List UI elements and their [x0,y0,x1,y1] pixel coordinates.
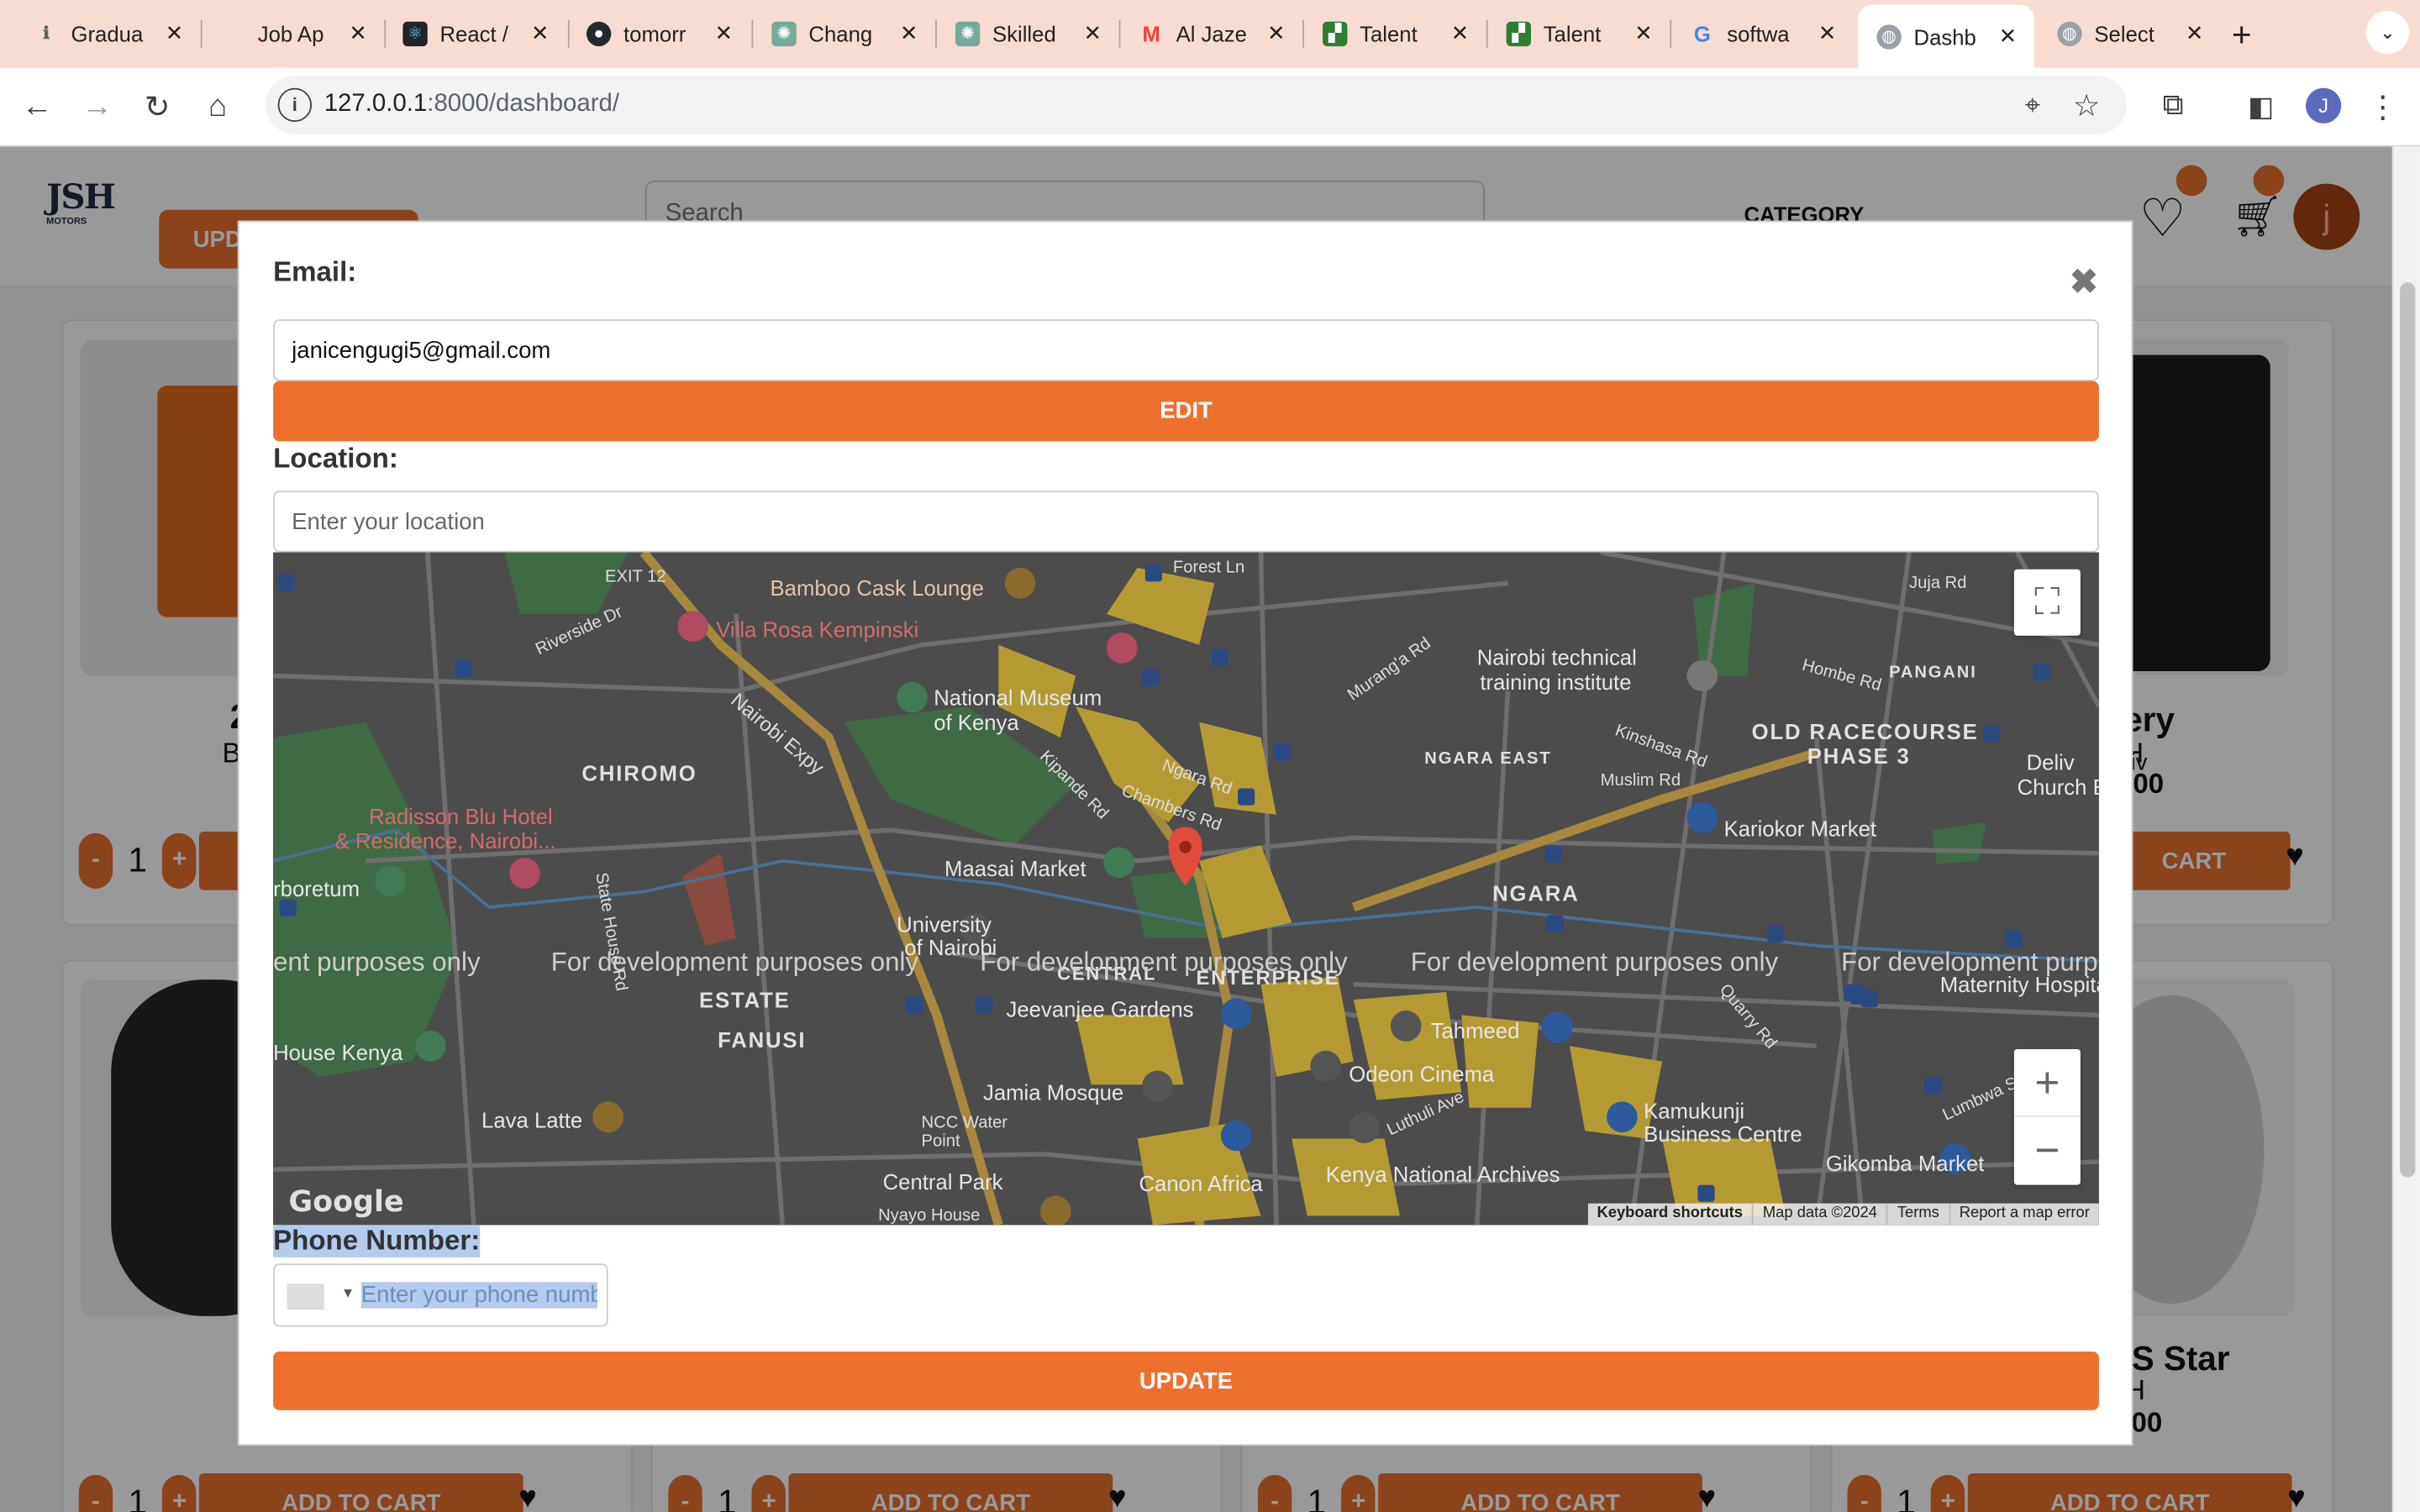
close-tab-icon[interactable]: ✕ [345,20,372,46]
map-data-text: Map data ©2024 [1751,1203,1886,1226]
close-tab-icon[interactable]: ✕ [1994,24,2022,50]
zoom-in-icon[interactable]: + [2013,1049,2081,1117]
zoom-controls: + − [2013,1048,2081,1185]
profile-avatar[interactable]: J [2306,87,2342,123]
edit-button[interactable]: EDIT [273,381,2099,442]
profile-modal: Email: ✖ janicengugi5@gmail.com EDIT Loc… [237,220,2133,1446]
url-text: 127.0.0.1:8000/dashboard/ [324,91,620,118]
browser-tab[interactable]: M Al Jaze ✕ [1120,8,1302,59]
new-tab-icon[interactable]: + [2232,15,2252,55]
blank-page-icon [221,21,245,45]
browser-tab-strip: ℹ Gradua ✕ Job Ap ✕ ⚛ React / ✕ ● tomorr… [0,0,2420,68]
browser-tab[interactable]: G softwa ✕ [1671,8,1854,59]
close-tab-icon[interactable]: ✕ [710,20,738,46]
google-map[interactable]: Bamboo Cask Lounge Villa Rosa Kempinski … [273,552,2099,1226]
talent-icon: ▞ [1323,20,1348,46]
bookmark-star-icon[interactable]: ☆ [2066,85,2107,125]
address-bar[interactable]: i 127.0.0.1:8000/dashboard/ ⌖ ☆ [265,75,2127,134]
browser-tab[interactable]: Job Ap ✕ [203,8,385,59]
chatgpt-icon: ✺ [955,20,981,46]
browser-tab[interactable]: ✺ Skilled ✕ [937,8,1119,59]
browser-tab[interactable]: ▞ Talent ✕ [1488,8,1670,59]
dev-watermark: For development purposes only [980,947,1348,977]
gmail-icon: M [1142,20,1160,46]
home-icon[interactable]: ⌂ [197,87,238,127]
browser-tab[interactable]: ℹ Gradua ✕ [15,8,200,59]
react-icon: ⚛ [402,20,428,46]
talent-icon: ▞ [1506,20,1532,46]
scrollbar-thumb[interactable] [2400,282,2416,1178]
fullscreen-icon[interactable]: ⛶ [2013,569,2081,636]
back-arrow-icon[interactable]: ← [17,87,57,127]
tab-search-chevron-icon[interactable]: ⌄ [2365,10,2410,55]
browser-tab[interactable]: ◍ Select ✕ [2039,8,2221,59]
dev-watermark: For development purposes only [550,947,919,977]
country-dropdown-caret-icon[interactable]: ▼ [341,1285,355,1300]
browser-tab[interactable]: ▞ Talent ✕ [1304,8,1486,59]
browser-tab[interactable]: ⚛ React / ✕ [384,8,566,59]
country-flag-icon[interactable] [287,1284,324,1310]
dev-watermark: For development purposes only [1410,947,1779,977]
close-tab-icon[interactable]: ✕ [895,20,923,46]
close-tab-icon[interactable]: ✕ [1079,20,1107,46]
menu-kebab-icon[interactable]: ⋮ [2363,87,2403,127]
close-tab-icon[interactable]: ✕ [1262,20,1290,46]
phone-label: Phone Number: [273,1225,481,1257]
close-modal-icon[interactable]: ✖ [2070,262,2098,302]
reload-icon[interactable]: ↻ [137,87,177,127]
close-tab-icon[interactable]: ✕ [2181,20,2208,46]
dev-watermark: ent purposes only [273,947,481,977]
browser-tab[interactable]: ● tomorr ✕ [568,8,750,59]
site-info-icon[interactable]: i [277,87,313,123]
google-logo: Google [288,1184,404,1219]
github-icon: ● [586,20,612,46]
chatgpt-icon: ✺ [771,20,797,46]
forward-arrow-icon[interactable]: → [77,87,118,127]
globe-icon: ◍ [1876,24,1902,49]
globe-icon: ◍ [2057,20,2082,46]
terms-link[interactable]: Terms [1886,1203,1949,1226]
update-button[interactable]: UPDATE [273,1351,2099,1410]
close-tab-icon[interactable]: ✕ [1813,20,1841,46]
map-attribution: Keyboard shortcuts Map data ©2024 Terms … [1587,1203,2099,1226]
dev-watermark: For development purpo [1841,947,2099,977]
close-tab-icon[interactable]: ✕ [1446,20,1474,46]
phone-input[interactable]: ▼ Enter your phone numb [273,1263,608,1327]
keyboard-shortcuts-link[interactable]: Keyboard shortcuts [1587,1204,1752,1226]
close-tab-icon[interactable]: ✕ [526,20,554,46]
info-icon: ℹ [43,24,50,44]
extensions-puzzle-icon[interactable]: ⧉ [2153,87,2193,127]
email-field[interactable]: janicengugi5@gmail.com [273,319,2099,381]
close-tab-icon[interactable]: ✕ [160,20,188,46]
email-label: Email: [273,255,357,287]
page-scrollbar[interactable] [2391,146,2420,1512]
report-map-error-link[interactable]: Report a map error [1948,1203,2099,1226]
browser-tab-active[interactable]: ◍ Dashb ✕ [1858,4,2034,68]
screen: ℹ Gradua ✕ Job Ap ✕ ⚛ React / ✕ ● tomorr… [0,0,2420,1512]
side-panel-icon[interactable]: ◧ [2241,87,2281,127]
browser-tab[interactable]: ✺ Chang ✕ [753,8,935,59]
google-icon: G [1693,20,1711,46]
location-pin-icon[interactable]: ⌖ [2012,85,2053,125]
location-input[interactable]: Enter your location [273,491,2099,553]
location-label: Location: [273,443,398,474]
zoom-out-icon[interactable]: − [2014,1117,2081,1185]
close-tab-icon[interactable]: ✕ [1630,20,1658,46]
phone-number-field[interactable]: Enter your phone numb [360,1282,597,1309]
browser-toolbar: ← → ↻ ⌂ i 127.0.0.1:8000/dashboard/ ⌖ ☆ … [0,67,2420,147]
